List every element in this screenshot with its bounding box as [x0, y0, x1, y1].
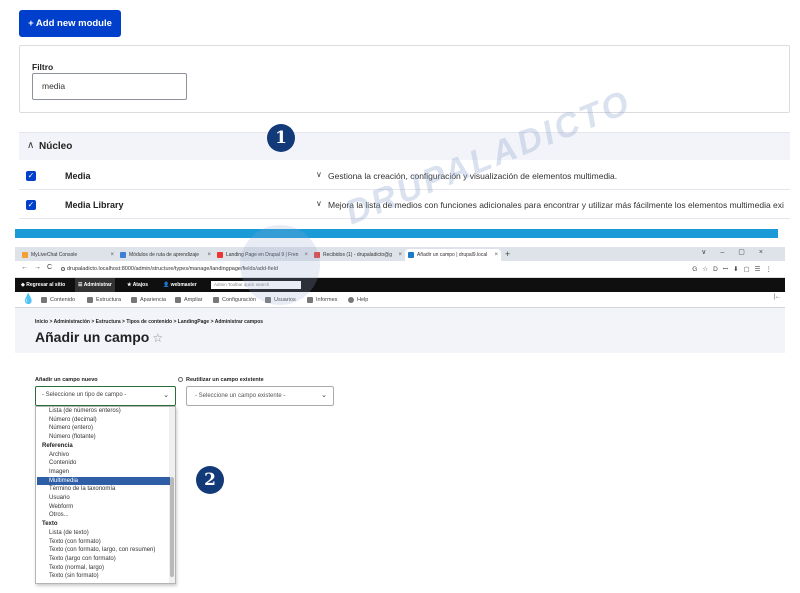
dropdown-option[interactable]: Otros...: [37, 511, 170, 520]
tab-favicon-icon: [22, 252, 28, 258]
new-tab-button[interactable]: +: [505, 249, 510, 260]
drupal-logo-icon[interactable]: 💧: [22, 294, 34, 306]
option-group-label: Referencia: [42, 442, 73, 449]
new-field-label: Añadir un campo nuevo: [35, 377, 98, 383]
tray-item-content[interactable]: Contenido: [41, 294, 75, 306]
browser-tab[interactable]: MyLiveChat Console ×: [19, 249, 117, 261]
dropdown-option[interactable]: Webform: [37, 503, 170, 512]
module-checkbox-media[interactable]: ✓: [26, 171, 36, 181]
field-type-dropdown-list: Lista (de números enteros) Número (decima…: [35, 406, 176, 584]
dropdown-option[interactable]: Número (entero): [37, 424, 170, 433]
dropdown-option[interactable]: Lista (de texto): [37, 529, 170, 538]
option-group-label: Texto: [42, 521, 58, 528]
chevron-down-icon[interactable]: ∨: [316, 170, 322, 179]
tray-orientation-icon[interactable]: |←: [773, 294, 781, 300]
breadcrumb[interactable]: Inicio > Administración > Estructura > T…: [35, 319, 263, 325]
tray-item-configuration[interactable]: Configuración: [213, 294, 256, 306]
user-menu-button[interactable]: 👤 webmaster: [163, 278, 197, 292]
step-badge-2: 2: [196, 466, 224, 494]
chevron-down-icon: ⌄: [163, 392, 169, 399]
close-icon[interactable]: ×: [398, 249, 402, 261]
close-icon[interactable]: ×: [494, 249, 498, 261]
tab-title: Módulos de ruta de aprendizaje: [129, 252, 200, 258]
window-controls[interactable]: ∨–▢×: [701, 248, 777, 256]
shortcuts-button[interactable]: ★ Atajos: [127, 278, 148, 292]
tab-favicon-icon: [408, 252, 414, 258]
tab-title: Añadir un campo | drupal9.local: [417, 252, 488, 258]
dropdown-option[interactable]: Imagen: [37, 468, 170, 477]
reuse-field-label: Reutilizar un campo existente: [186, 377, 264, 383]
core-section-title: Núcleo: [39, 141, 73, 152]
dropdown-option[interactable]: Usuario: [37, 494, 170, 503]
browser-tab[interactable]: Recibidos (1) - drupaladicto@g ×: [311, 249, 405, 261]
watermark-logo: [240, 225, 320, 305]
module-name: Media Library: [65, 200, 124, 210]
tab-bar: MyLiveChat Console × Módulos de ruta de …: [15, 247, 785, 261]
filter-label: Filtro: [32, 62, 54, 72]
filter-panel: Filtro media: [19, 45, 790, 113]
admin-toolbar: ◈ Regresar al sitio ☰ Administrar ★ Ataj…: [15, 278, 785, 292]
chevron-down-icon[interactable]: ∨: [316, 199, 322, 208]
scrollbar-thumb[interactable]: [170, 477, 174, 577]
nav-buttons[interactable]: ←→C: [21, 264, 58, 271]
new-field-type-select[interactable]: - Seleccione un tipo de campo - ⌄: [35, 386, 176, 406]
tray-item-structure[interactable]: Estructura: [87, 294, 121, 306]
star-icon[interactable]: ☆: [152, 331, 163, 345]
dropdown-option[interactable]: Multimedia: [37, 476, 170, 486]
tab-title: MyLiveChat Console: [31, 252, 78, 258]
filter-input[interactable]: media: [32, 73, 187, 100]
tray-item-reports[interactable]: Informes: [307, 294, 337, 306]
manage-menu-button[interactable]: ☰ Administrar: [75, 278, 115, 292]
reuse-field-radio[interactable]: [178, 377, 183, 382]
dropdown-option[interactable]: Archivo: [37, 451, 170, 460]
select-value: - Seleccione un tipo de campo -: [42, 392, 127, 398]
page-title: Añadir un campo ☆: [35, 329, 164, 345]
tab-favicon-icon: [217, 252, 223, 258]
extension-icons[interactable]: G☆Dꟷ⬇▢☰⋮: [692, 264, 777, 273]
reuse-field-select[interactable]: - Seleccione un campo existente - ⌄: [186, 386, 334, 406]
tab-favicon-icon: [120, 252, 126, 258]
dropdown-option[interactable]: Número (decimal): [37, 416, 170, 425]
tray-item-appearance[interactable]: Apariencia: [131, 294, 166, 306]
dropdown-option[interactable]: Lista (de números enteros): [37, 407, 170, 416]
tray-item-extend[interactable]: Ampliar: [175, 294, 203, 306]
dropdown-option[interactable]: Texto (con formato, largo, con resumen): [37, 546, 170, 555]
close-icon[interactable]: ×: [110, 249, 114, 261]
dropdown-option[interactable]: Texto (largo con formato): [37, 555, 170, 564]
dropdown-option[interactable]: Texto (normal, largo): [37, 564, 170, 573]
tab-title: Recibidos (1) - drupaladicto@g: [323, 252, 392, 258]
info-icon: [61, 267, 65, 271]
dropdown-option[interactable]: Texto (con formato): [37, 538, 170, 547]
browser-tab-active[interactable]: Añadir un campo | drupal9.local ×: [405, 249, 501, 261]
core-section-header[interactable]: ∧ Núcleo: [19, 132, 790, 160]
dropdown-option[interactable]: Número (flotante): [37, 433, 170, 442]
back-to-site-link[interactable]: ◈ Regresar al sitio: [21, 278, 65, 292]
browser-window: MyLiveChat Console × Módulos de ruta de …: [15, 247, 785, 353]
browser-tab[interactable]: Módulos de ruta de aprendizaje ×: [117, 249, 214, 261]
chevron-down-icon: ⌄: [321, 392, 327, 399]
tray-item-help[interactable]: Help: [348, 294, 368, 306]
dropdown-option[interactable]: Contenido: [37, 459, 170, 468]
dropdown-option[interactable]: Término de la taxonomía: [37, 485, 170, 494]
chevron-up-icon: ∧: [27, 140, 35, 151]
close-icon[interactable]: ×: [207, 249, 211, 261]
dropdown-option[interactable]: Texto (sin formato): [37, 572, 170, 581]
module-checkbox-media-library[interactable]: ✓: [26, 200, 36, 210]
page-header: Inicio > Administración > Estructura > T…: [15, 308, 785, 353]
module-name: Media: [65, 171, 91, 181]
address-bar: ←→C drupaladicto.localhost:8000/admin/st…: [15, 261, 785, 278]
toolbar-tray: 💧 Contenido Estructura Apariencia Amplia…: [15, 292, 785, 308]
step-badge-1: 1: [267, 124, 295, 152]
divider-bar: [15, 229, 778, 238]
select-value: - Seleccione un campo existente -: [195, 393, 286, 399]
add-new-module-button[interactable]: + Add new module: [19, 10, 121, 37]
